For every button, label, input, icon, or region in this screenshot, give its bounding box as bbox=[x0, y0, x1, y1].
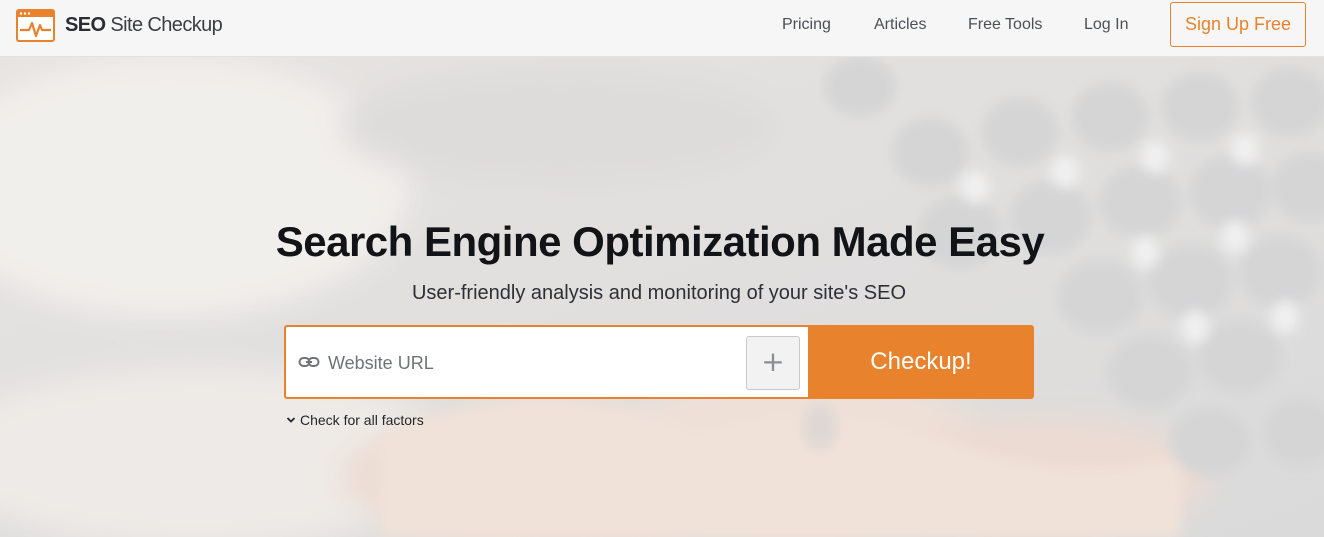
url-search-box: + bbox=[284, 325, 808, 399]
add-url-button[interactable]: + bbox=[746, 336, 800, 390]
nav-pricing-link[interactable]: Pricing bbox=[782, 16, 831, 34]
hero-section: Search Engine Optimization Made Easy Use… bbox=[0, 57, 1324, 537]
main-nav: Pricing Articles Free Tools Log In Sign … bbox=[0, 0, 1324, 57]
link-icon bbox=[298, 357, 320, 367]
site-header: SEO Site Checkup Pricing Articles Free T… bbox=[0, 0, 1324, 57]
nav-free-tools-link[interactable]: Free Tools bbox=[968, 16, 1042, 34]
hero-title: Search Engine Optimization Made Easy bbox=[275, 218, 1045, 265]
nav-login-link[interactable]: Log In bbox=[1084, 16, 1128, 34]
website-url-input[interactable] bbox=[328, 345, 738, 381]
sign-up-button[interactable]: Sign Up Free bbox=[1170, 2, 1306, 47]
plus-icon: + bbox=[761, 345, 785, 378]
hero-subtitle: User-friendly analysis and monitoring of… bbox=[411, 282, 907, 304]
checkup-button[interactable]: Checkup! bbox=[808, 325, 1034, 399]
check-all-factors-label: Check for all factors bbox=[300, 412, 424, 428]
nav-articles-link[interactable]: Articles bbox=[874, 16, 926, 34]
chevron-down-icon bbox=[286, 417, 296, 423]
check-all-factors-toggle[interactable]: Check for all factors bbox=[286, 412, 424, 428]
